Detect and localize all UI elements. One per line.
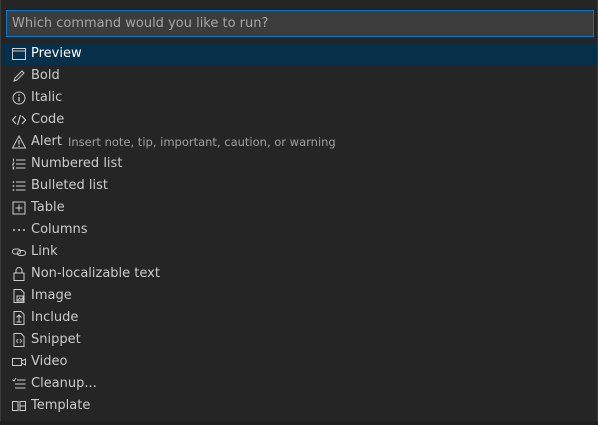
search-field[interactable]: [6, 10, 594, 37]
command-label: Code: [31, 112, 65, 127]
snippet-icon: [11, 332, 27, 348]
command-label: Link: [31, 244, 58, 259]
command-item-include[interactable]: Include: [1, 307, 597, 329]
command-label: Bulleted list: [31, 178, 108, 193]
command-list: Preview Bold Italic Code Alert Insert no…: [1, 43, 597, 417]
command-label: Snippet: [31, 332, 81, 347]
command-label: Include: [31, 310, 79, 325]
command-item-bulleted-list[interactable]: Bulleted list: [1, 175, 597, 197]
image-icon: [11, 288, 27, 304]
command-item-table[interactable]: Table: [1, 197, 597, 219]
command-description: Insert note, tip, important, caution, or…: [67, 135, 336, 149]
table-icon: [11, 200, 27, 216]
command-item-video[interactable]: Video: [1, 351, 597, 373]
command-item-template[interactable]: Template: [1, 395, 597, 417]
cleanup-icon: [11, 376, 27, 392]
command-label: Italic: [31, 90, 63, 105]
command-item-cleanup[interactable]: Cleanup...: [1, 373, 597, 395]
command-label: Video: [31, 354, 68, 369]
bulleted-list-icon: [11, 178, 27, 194]
command-item-image[interactable]: Image: [1, 285, 597, 307]
command-item-alert[interactable]: Alert Insert note, tip, important, cauti…: [1, 131, 597, 153]
include-icon: [11, 310, 27, 326]
command-item-preview[interactable]: Preview: [1, 43, 597, 65]
template-icon: [11, 398, 27, 414]
command-item-non-localizable-text[interactable]: Non-localizable text: [1, 263, 597, 285]
ellipsis-icon: [11, 222, 27, 238]
command-label: Columns: [31, 222, 88, 237]
numbered-list-icon: [11, 156, 27, 172]
command-label: Template: [31, 398, 91, 413]
command-item-numbered-list[interactable]: Numbered list: [1, 153, 597, 175]
command-label: Alert: [31, 134, 62, 149]
command-item-link[interactable]: Link: [1, 241, 597, 263]
command-label: Table: [31, 200, 65, 215]
command-label: Image: [31, 288, 72, 303]
editor-background: [0, 421, 598, 425]
command-item-snippet[interactable]: Snippet: [1, 329, 597, 351]
pencil-icon: [11, 68, 27, 84]
command-palette: Preview Bold Italic Code Alert Ins: [0, 0, 598, 422]
command-label: Cleanup...: [31, 376, 97, 391]
command-item-italic[interactable]: Italic: [1, 87, 597, 109]
info-icon: [11, 90, 27, 106]
command-label: Preview: [31, 46, 82, 61]
code-icon: [11, 112, 27, 128]
command-label: Numbered list: [31, 156, 123, 171]
command-label: Non-localizable text: [31, 266, 160, 281]
command-item-columns[interactable]: Columns: [1, 219, 597, 241]
command-item-code[interactable]: Code: [1, 109, 597, 131]
preview-icon: [11, 46, 27, 62]
command-label: Bold: [31, 68, 60, 83]
warning-icon: [11, 134, 27, 150]
link-icon: [11, 244, 27, 260]
video-icon: [11, 354, 27, 370]
lock-icon: [11, 266, 27, 282]
command-item-bold[interactable]: Bold: [1, 65, 597, 87]
command-search-input[interactable]: [7, 11, 593, 36]
